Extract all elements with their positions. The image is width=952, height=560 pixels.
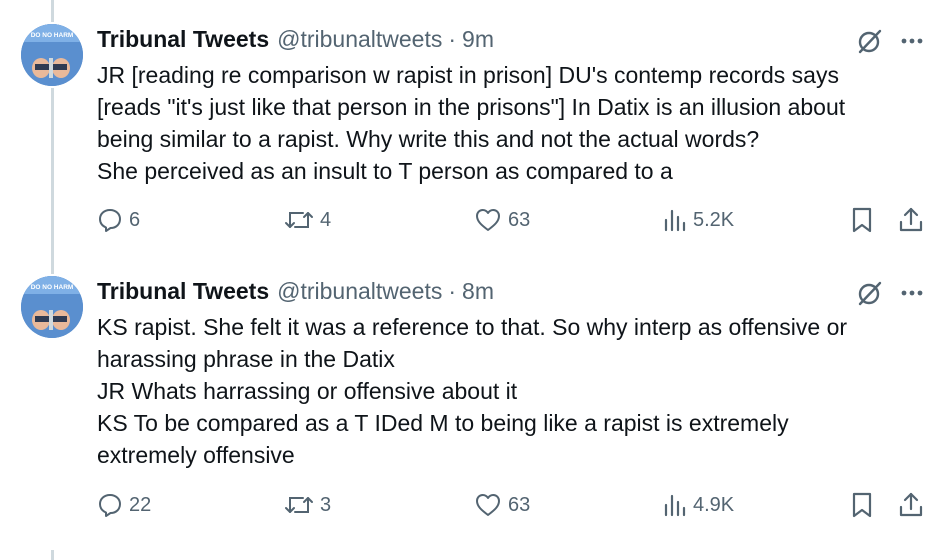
more-options-icon[interactable] — [897, 26, 927, 56]
tweet-text-line: extremely offensive — [97, 442, 295, 468]
views-count: 4.9K — [693, 493, 735, 516]
tweet[interactable]: DO NO HARM Tribunal Tweets @tribunaltwee… — [0, 24, 952, 246]
like-button[interactable]: 63 — [474, 489, 530, 521]
share-button[interactable] — [898, 489, 924, 521]
repost-button[interactable]: 3 — [284, 489, 331, 521]
share-button[interactable] — [898, 204, 924, 236]
tweet-timestamp[interactable]: 9m — [462, 26, 494, 53]
bookmark-icon — [852, 492, 872, 518]
avatar-text: DO NO HARM — [31, 284, 74, 291]
views-button[interactable]: 4.9K — [663, 489, 734, 521]
tweet-text-line: being similar to a rapist. Why write thi… — [97, 126, 760, 152]
tweet-header: Tribunal Tweets @tribunaltweets · 9m — [97, 24, 494, 54]
bookmark-button[interactable] — [850, 489, 874, 521]
tweet-text-line: JR Whats harrassing or offensive about i… — [97, 378, 518, 404]
tweet-text-line: KS To be compared as a T IDed M to being… — [97, 410, 789, 436]
avatar[interactable]: DO NO HARM — [21, 276, 83, 338]
grok-icon[interactable] — [855, 278, 885, 308]
author-name[interactable]: Tribunal Tweets — [97, 278, 269, 305]
author-handle[interactable]: @tribunaltweets — [277, 278, 442, 305]
views-count: 5.2K — [693, 208, 735, 231]
repost-icon — [285, 212, 313, 228]
reply-icon — [99, 209, 121, 232]
avatar-text: DO NO HARM — [31, 32, 74, 39]
reply-button[interactable]: 22 — [97, 489, 151, 521]
author-name[interactable]: Tribunal Tweets — [97, 26, 269, 53]
like-button[interactable]: 63 — [474, 204, 530, 236]
share-icon — [899, 492, 923, 517]
bookmark-icon — [852, 207, 872, 233]
reply-button[interactable]: 6 — [97, 204, 140, 236]
reply-icon — [99, 494, 121, 517]
separator-dot: · — [448, 277, 457, 304]
heart-icon — [476, 494, 500, 516]
like-count: 63 — [508, 493, 531, 516]
tweet-text-line: [reads "it's just like that person in th… — [97, 94, 846, 120]
author-handle[interactable]: @tribunaltweets — [277, 26, 442, 53]
reply-count: 22 — [129, 493, 152, 516]
tweet-actions: 22 3 63 4.9K — [0, 489, 952, 521]
analytics-icon — [664, 494, 686, 517]
repost-count: 4 — [320, 208, 332, 231]
tweet[interactable]: DO NO HARM Tribunal Tweets @tribunaltwee… — [0, 276, 952, 546]
tweet-text-line: She perceived as an insult to T person a… — [97, 158, 673, 184]
repost-icon — [285, 497, 313, 513]
tweet-timestamp[interactable]: 8m — [462, 278, 494, 305]
avatar[interactable]: DO NO HARM — [21, 24, 83, 86]
repost-count: 3 — [320, 493, 332, 516]
like-count: 63 — [508, 208, 531, 231]
share-icon — [899, 207, 923, 232]
tweet-text-line: KS rapist. She felt it was a reference t… — [97, 314, 848, 340]
tweet-text: JR [reading re comparison w rapist in pr… — [97, 59, 932, 187]
tweet-actions: 6 4 63 5.2K — [0, 204, 952, 236]
thread-line-top — [51, 0, 54, 22]
more-options-icon[interactable] — [897, 278, 927, 308]
tweet-text: KS rapist. She felt it was a reference t… — [97, 311, 932, 471]
repost-button[interactable]: 4 — [284, 204, 331, 236]
tweet-text-line: harassing phrase in the Datix — [97, 346, 395, 372]
tweet-header: Tribunal Tweets @tribunaltweets · 8m — [97, 276, 494, 306]
bookmark-button[interactable] — [850, 204, 874, 236]
separator-dot: · — [448, 25, 457, 52]
analytics-icon — [664, 209, 686, 232]
heart-icon — [476, 209, 500, 231]
tweet-text-line: JR [reading re comparison w rapist in pr… — [97, 62, 839, 88]
views-button[interactable]: 5.2K — [663, 204, 734, 236]
grok-icon[interactable] — [855, 26, 885, 56]
reply-count: 6 — [129, 208, 141, 231]
thread-line-bottom — [51, 550, 54, 560]
